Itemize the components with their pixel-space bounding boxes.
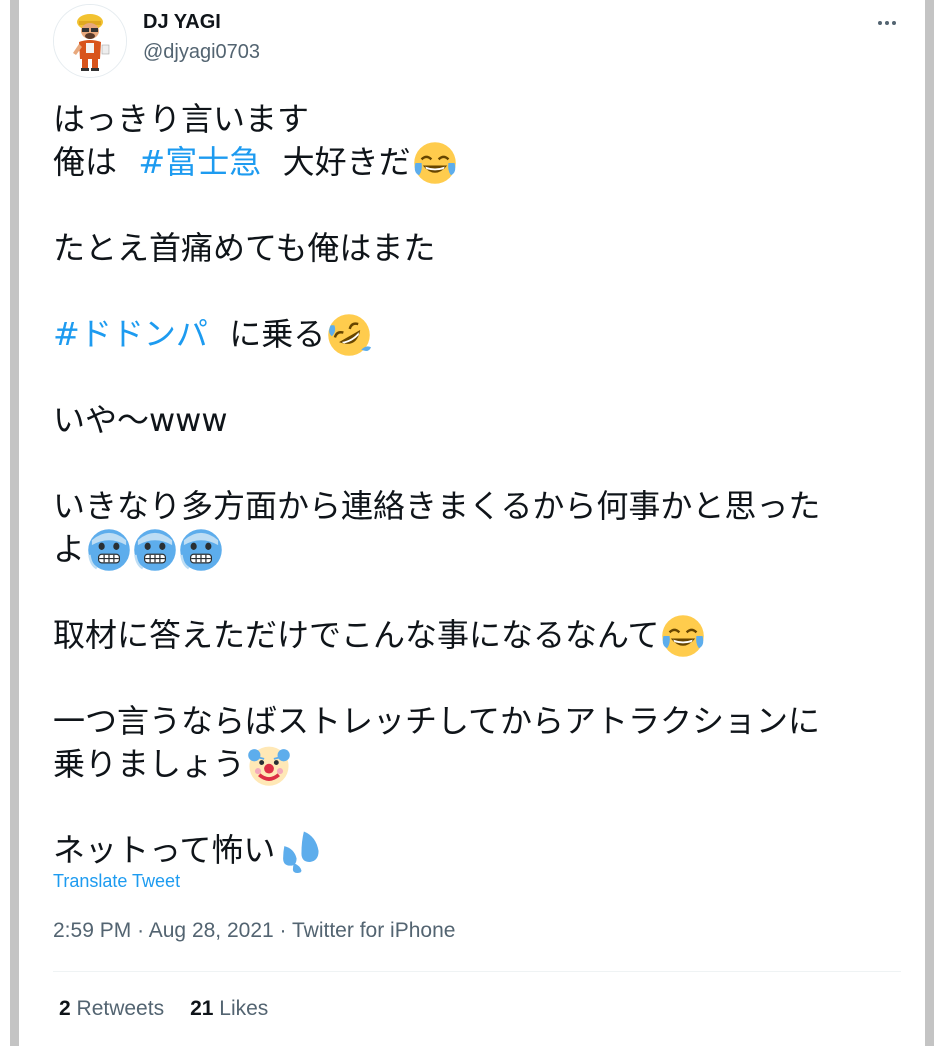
divider <box>53 971 901 972</box>
meta-separator: · <box>137 919 145 942</box>
tweet-text-segment: に乗る <box>219 315 326 353</box>
tweet-text-segment: 乗りましょう <box>53 745 246 783</box>
cold-face-emoji-icon <box>87 528 131 572</box>
face-with-tears-of-joy-emoji-icon <box>413 141 457 185</box>
tweet-text-segment: はっきり言います <box>53 100 310 138</box>
tweet-line: いきなり多方面から連絡きまくるから何事かと思った <box>53 485 893 528</box>
retweets-label: Retweets <box>76 997 165 1020</box>
tweet-text-segment: 俺は <box>53 143 128 181</box>
tweet-line: 一つ言うならばストレッチしてからアトラクションに <box>53 700 893 743</box>
hashtag-link[interactable]: #ドドンパ <box>53 313 208 356</box>
tweet-line: 乗りましょう <box>53 743 893 786</box>
window-margin-right <box>934 0 947 1046</box>
tweet-line: ネットって怖い <box>53 829 893 873</box>
tweet-time[interactable]: 2:59 PM <box>53 919 131 942</box>
tweet-text-segment: 大好きだ <box>272 143 411 181</box>
window-margin-left <box>0 0 10 1046</box>
user-handle[interactable]: @djyagi0703 <box>143 41 260 64</box>
retweets-stat[interactable]: 2 Retweets <box>59 997 164 1021</box>
avatar-cartoon-icon <box>54 5 126 77</box>
tweet-line: よ <box>53 528 893 571</box>
more-options-button[interactable] <box>869 8 905 38</box>
tweet-line: #ドドンパ に乗る <box>53 313 893 356</box>
more-horizontal-icon <box>878 21 896 25</box>
sweat-droplets-emoji-icon <box>277 829 321 873</box>
face-with-tears-of-joy-emoji-icon <box>661 614 705 658</box>
display-name[interactable]: DJ YAGI <box>143 11 221 34</box>
page-frame-right <box>925 0 934 1046</box>
tweet-text-segment: いや〜www <box>53 401 228 439</box>
rolling-on-floor-laughing-emoji-icon <box>327 313 372 357</box>
tweet-text: はっきり言います 俺は #富士急 大好きだたとえ首痛めても俺はまた #ドドンパ に乗… <box>53 98 893 873</box>
tweet-text-segment: たとえ首痛めても俺はまた <box>53 229 436 267</box>
cold-face-emoji-icon <box>179 528 223 572</box>
likes-count: 21 <box>190 997 214 1020</box>
clown-face-emoji-icon <box>247 743 291 787</box>
tweet-date[interactable]: Aug 28, 2021 <box>149 919 274 942</box>
cold-face-emoji-icon <box>133 528 177 572</box>
likes-label: Likes <box>219 997 269 1020</box>
tweet-line: はっきり言います <box>53 98 893 141</box>
tweet-text-segment: ネットって怖い <box>53 831 276 869</box>
tweet-text-segment: いきなり多方面から連絡きまくるから何事かと思った <box>53 487 821 525</box>
engagement-stats: 2 Retweets 21 Likes <box>59 997 268 1021</box>
tweet-line: 取材に答えただけでこんな事になるなんて <box>53 614 893 657</box>
tweet-card: DJ YAGI @djyagi0703 はっきり言います 俺は #富士急 大好きだ… <box>19 0 925 1046</box>
tweet-line: いや〜www <box>53 399 893 442</box>
likes-stat[interactable]: 21 Likes <box>190 997 268 1021</box>
hashtag-link[interactable]: #富士急 <box>138 141 261 184</box>
tweet-line: たとえ首痛めても俺はまた <box>53 227 893 270</box>
avatar[interactable] <box>53 4 127 78</box>
tweet-line: 俺は #富士急 大好きだ <box>53 141 893 184</box>
meta-separator: · <box>279 919 287 942</box>
page-frame-left <box>10 0 19 1046</box>
tweet-source[interactable]: Twitter for iPhone <box>292 919 455 942</box>
translate-tweet-link[interactable]: Translate Tweet <box>53 871 180 892</box>
tweet-text-segment: 一つ言うならばストレッチしてからアトラクションに <box>53 702 821 740</box>
retweets-count: 2 <box>59 997 71 1020</box>
tweet-metadata: 2:59 PM · Aug 28, 2021 · Twitter for iPh… <box>53 919 455 943</box>
tweet-text-segment: よ <box>53 530 86 568</box>
tweet-text-segment: 取材に答えただけでこんな事になるなんて <box>53 616 660 654</box>
